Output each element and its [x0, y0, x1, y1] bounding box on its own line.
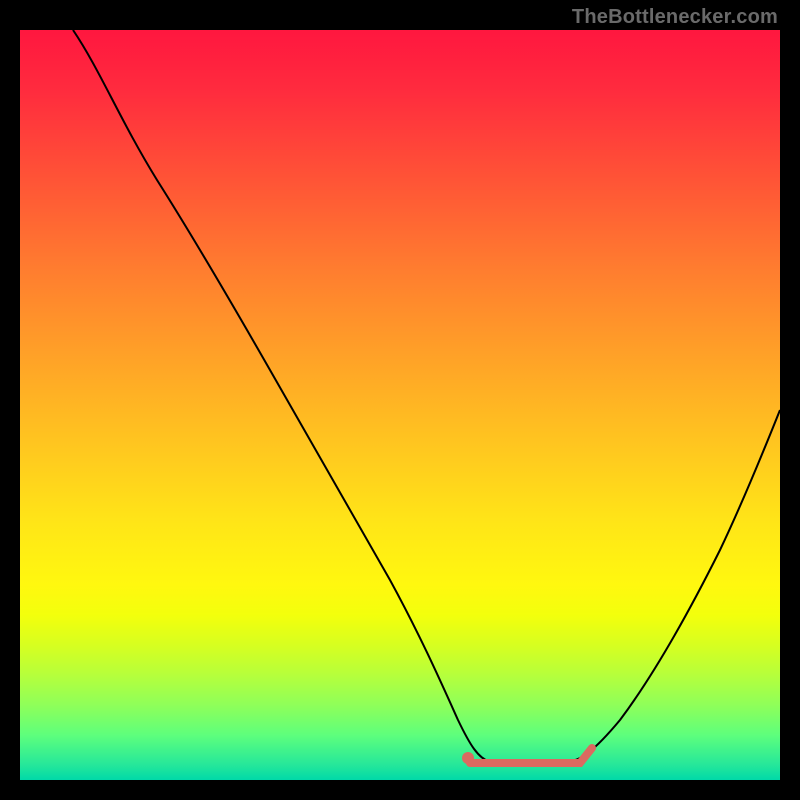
plot-area — [20, 30, 780, 780]
watermark-text: TheBottlenecker.com — [572, 6, 778, 29]
optimal-start-marker — [462, 752, 474, 764]
chart-frame: TheBottlenecker.com — [0, 0, 800, 800]
optimal-range-segment — [470, 748, 592, 763]
curve-svg — [20, 30, 780, 780]
bottleneck-curve — [73, 30, 780, 762]
